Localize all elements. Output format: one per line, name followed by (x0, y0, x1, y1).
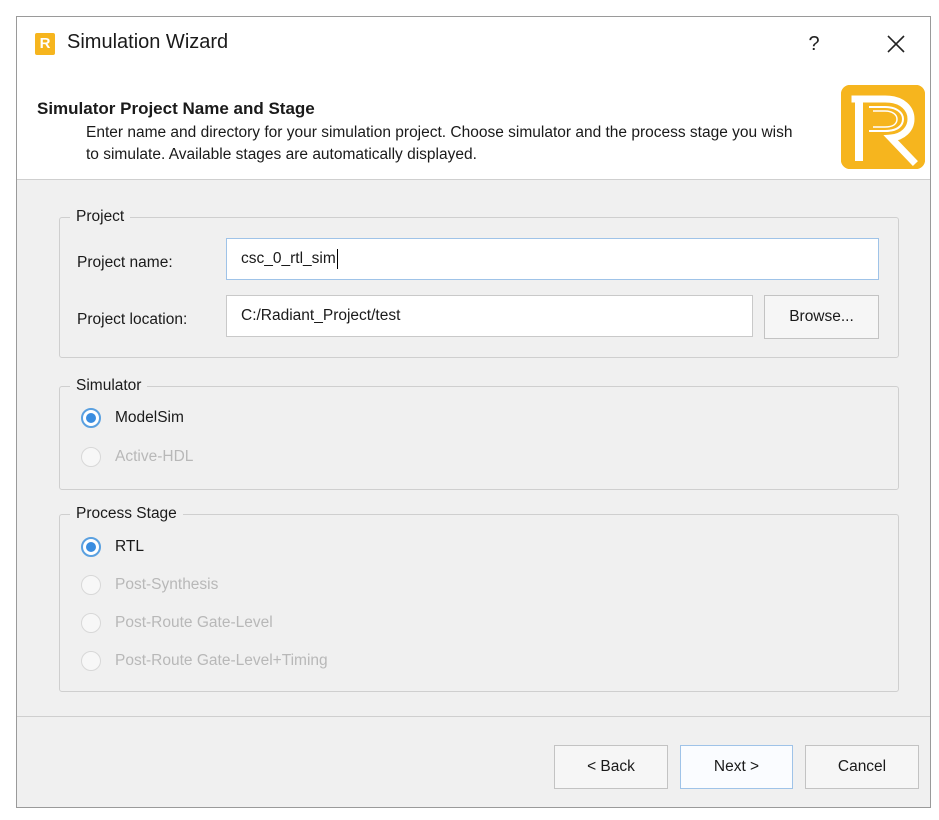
radio-checked-icon (81, 408, 101, 428)
cancel-button[interactable]: Cancel (805, 745, 919, 789)
radio-unchecked-icon (81, 613, 101, 633)
radiant-app-icon: R (35, 33, 55, 55)
footer-divider (17, 716, 930, 717)
simulator-option-active-hdl: Active-HDL (81, 444, 193, 470)
simulator-option-label: ModelSim (115, 409, 184, 426)
stage-option-label: Post-Route Gate-Level (115, 614, 273, 631)
process-stage-group-legend: Process Stage (76, 505, 177, 522)
page-title: Simulator Project Name and Stage (37, 99, 315, 118)
project-location-field[interactable]: C:/Radiant_Project/test (226, 295, 753, 337)
stage-option-post-synthesis: Post-Synthesis (81, 572, 218, 598)
close-button[interactable] (881, 29, 911, 59)
back-button[interactable]: < Back (554, 745, 668, 789)
simulator-option-label: Active-HDL (115, 448, 194, 465)
browse-button[interactable]: Browse... (764, 295, 879, 339)
stage-option-label: Post-Synthesis (115, 576, 219, 593)
simulator-group: Simulator (59, 377, 899, 490)
stage-option-post-route-gate-level: Post-Route Gate-Level (81, 610, 273, 636)
project-name-value: csc_0_rtl_sim (241, 250, 336, 267)
stage-option-post-route-gate-level-timing: Post-Route Gate-Level+Timing (81, 648, 328, 674)
text-caret (336, 248, 338, 269)
project-name-label: Project name: (77, 254, 173, 271)
stage-option-label: RTL (115, 538, 145, 555)
window-title: Simulation Wizard (67, 31, 229, 53)
project-name-field[interactable]: csc_0_rtl_sim (226, 238, 879, 280)
simulator-option-modelsim[interactable]: ModelSim (81, 405, 184, 431)
radiant-logo (841, 85, 925, 169)
simulation-wizard-dialog: R Simulation Wizard ? Simulator Project … (16, 16, 931, 808)
project-group-legend: Project (76, 208, 125, 225)
stage-option-rtl[interactable]: RTL (81, 534, 144, 560)
radio-unchecked-icon (81, 447, 101, 467)
simulator-group-legend: Simulator (76, 377, 142, 394)
radio-checked-icon (81, 537, 101, 557)
radio-unchecked-icon (81, 575, 101, 595)
radiant-logo-icon (841, 85, 925, 169)
project-location-label: Project location: (77, 311, 188, 328)
close-icon (887, 35, 905, 53)
title-bar: R Simulation Wizard ? (17, 17, 930, 75)
wizard-header: Simulator Project Name and Stage Enter n… (17, 75, 930, 180)
stage-option-label: Post-Route Gate-Level+Timing (115, 652, 328, 669)
next-button[interactable]: Next > (680, 745, 793, 789)
page-description: Enter name and directory for your simula… (86, 124, 793, 163)
help-button[interactable]: ? (799, 29, 829, 59)
radio-unchecked-icon (81, 651, 101, 671)
